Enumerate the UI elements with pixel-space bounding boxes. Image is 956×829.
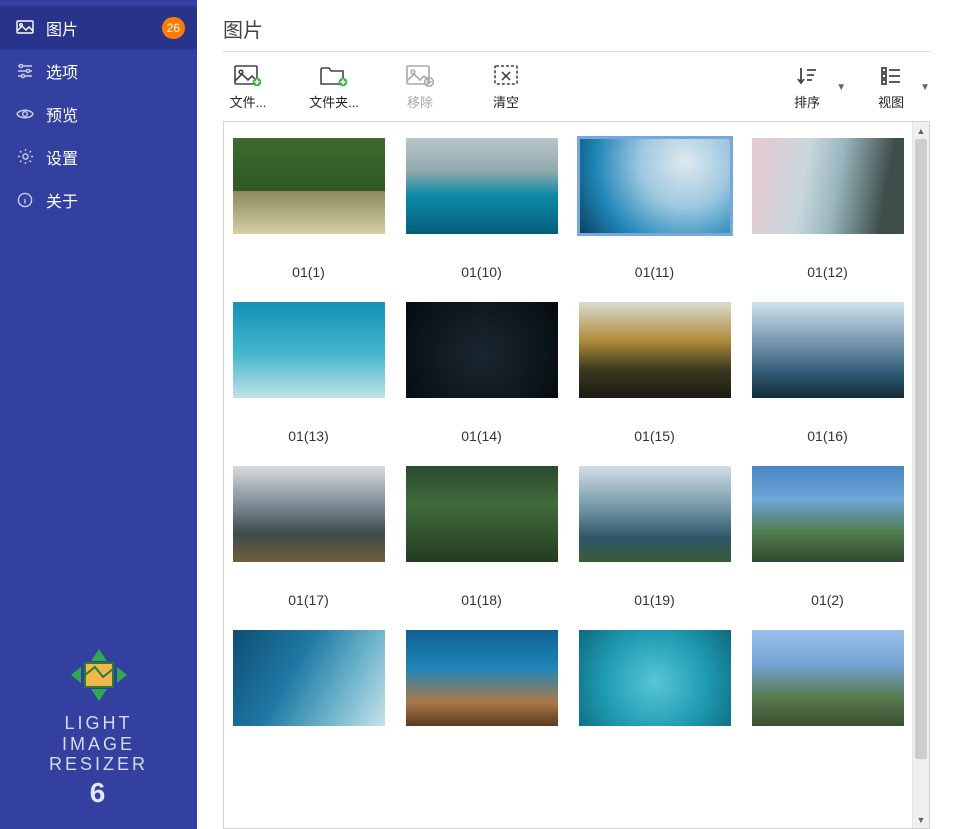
image-filename: 01(15) <box>634 428 674 444</box>
thumbnail[interactable] <box>406 302 558 398</box>
add-folder-label: 文件夹... <box>309 92 359 111</box>
toolbar-right: 排序 ▼ 视图 ▼ <box>782 64 930 111</box>
thumbnail[interactable] <box>233 302 385 398</box>
image-card[interactable]: 01(2) <box>747 466 908 608</box>
image-filename: 01(13) <box>288 428 328 444</box>
clear-label: 清空 <box>493 92 519 111</box>
sidebar-item-options[interactable]: 选项 <box>0 49 197 92</box>
sidebar: 图片 26 选项 预览 设置 <box>0 0 197 829</box>
chevron-down-icon: ▼ <box>920 82 930 93</box>
thumbnail[interactable] <box>233 466 385 562</box>
image-card[interactable] <box>228 630 389 726</box>
image-card[interactable]: 01(14) <box>401 302 562 444</box>
sidebar-item-images[interactable]: 图片 26 <box>0 6 197 49</box>
image-card[interactable]: 01(17) <box>228 466 389 608</box>
thumbnail-grid: 01(1) 01(10) 01(11) 01(12) 01(13) 01(14)… <box>228 138 908 726</box>
sidebar-item-about[interactable]: 关于 <box>0 178 197 221</box>
image-filename: 01(19) <box>634 592 674 608</box>
image-card[interactable]: 01(15) <box>574 302 735 444</box>
sidebar-item-label: 图片 <box>46 16 78 40</box>
view-dropdown[interactable]: 视图 ▼ <box>866 64 930 111</box>
info-icon <box>14 192 36 208</box>
add-file-label: 文件... <box>230 92 267 111</box>
brand-version: 6 <box>0 777 197 809</box>
sidebar-item-label: 设置 <box>46 145 78 169</box>
scroll-up-icon[interactable]: ▲ <box>913 122 929 139</box>
brand: LIGHT IMAGE RESIZER 6 <box>0 647 197 809</box>
scroll-down-icon[interactable]: ▼ <box>913 811 929 828</box>
image-filename: 01(12) <box>807 264 847 280</box>
image-card[interactable]: 01(10) <box>401 138 562 280</box>
clear-button[interactable]: 清空 <box>481 64 531 111</box>
image-filename: 01(10) <box>461 264 501 280</box>
image-card[interactable]: 01(13) <box>228 302 389 444</box>
main: 图片 文件... 文件夹... <box>197 0 956 829</box>
thumbnail[interactable] <box>579 138 731 234</box>
scrollbar[interactable]: ▲ ▼ <box>912 122 929 828</box>
thumbnail[interactable] <box>406 466 558 562</box>
images-icon <box>14 20 36 36</box>
thumbnail[interactable] <box>406 630 558 726</box>
view-list-icon <box>876 64 906 88</box>
thumbnail[interactable] <box>579 630 731 726</box>
sort-label: 排序 <box>794 92 820 111</box>
image-filename: 01(16) <box>807 428 847 444</box>
brand-name: LIGHT IMAGE RESIZER <box>0 713 197 775</box>
add-folder-icon <box>319 64 349 88</box>
sidebar-item-settings[interactable]: 设置 <box>0 135 197 178</box>
toolbar: 文件... 文件夹... 移除 <box>223 52 930 117</box>
gallery-container: 01(1) 01(10) 01(11) 01(12) 01(13) 01(14)… <box>223 121 930 829</box>
chevron-down-icon: ▼ <box>836 82 846 93</box>
add-folder-button[interactable]: 文件夹... <box>309 64 359 111</box>
thumbnail[interactable] <box>406 138 558 234</box>
image-filename: 01(11) <box>635 264 674 280</box>
image-card[interactable]: 01(1) <box>228 138 389 280</box>
image-card[interactable]: 01(18) <box>401 466 562 608</box>
page-title: 图片 <box>223 14 930 52</box>
sidebar-item-label: 选项 <box>46 59 78 83</box>
image-card[interactable]: 01(12) <box>747 138 908 280</box>
sidebar-items: 图片 26 选项 预览 设置 <box>0 0 197 221</box>
thumbnail[interactable] <box>233 138 385 234</box>
app-logo <box>67 647 131 703</box>
sort-dropdown[interactable]: 排序 ▼ <box>782 64 846 111</box>
gallery[interactable]: 01(1) 01(10) 01(11) 01(12) 01(13) 01(14)… <box>224 122 912 828</box>
thumbnail[interactable] <box>579 302 731 398</box>
add-image-icon <box>233 64 263 88</box>
sidebar-item-label: 预览 <box>46 102 78 126</box>
image-filename: 01(17) <box>288 592 328 608</box>
sidebar-item-preview[interactable]: 预览 <box>0 92 197 135</box>
image-card[interactable] <box>401 630 562 726</box>
thumbnail[interactable] <box>752 466 904 562</box>
sidebar-badge: 26 <box>162 17 185 39</box>
eye-icon <box>14 107 36 121</box>
thumbnail[interactable] <box>752 630 904 726</box>
image-card[interactable] <box>747 630 908 726</box>
sort-icon <box>792 64 822 88</box>
app: 图片 26 选项 预览 设置 <box>0 0 956 829</box>
thumbnail[interactable] <box>752 302 904 398</box>
thumbnail[interactable] <box>752 138 904 234</box>
remove-label: 移除 <box>407 92 433 111</box>
sidebar-item-label: 关于 <box>46 188 78 212</box>
image-card[interactable]: 01(11) <box>574 138 735 280</box>
image-card[interactable]: 01(19) <box>574 466 735 608</box>
image-filename: 01(2) <box>811 592 844 608</box>
image-filename: 01(18) <box>461 592 501 608</box>
image-card[interactable]: 01(16) <box>747 302 908 444</box>
remove-button[interactable]: 移除 <box>395 64 445 111</box>
clear-icon <box>491 64 521 88</box>
remove-image-icon <box>405 64 435 88</box>
gear-icon <box>14 148 36 165</box>
add-file-button[interactable]: 文件... <box>223 64 273 111</box>
thumbnail[interactable] <box>233 630 385 726</box>
scroll-thumb[interactable] <box>915 139 927 759</box>
sliders-icon <box>14 63 36 79</box>
view-label: 视图 <box>878 92 904 111</box>
thumbnail[interactable] <box>579 466 731 562</box>
image-filename: 01(14) <box>461 428 501 444</box>
image-filename: 01(1) <box>292 264 325 280</box>
toolbar-left: 文件... 文件夹... 移除 <box>223 64 531 111</box>
image-card[interactable] <box>574 630 735 726</box>
